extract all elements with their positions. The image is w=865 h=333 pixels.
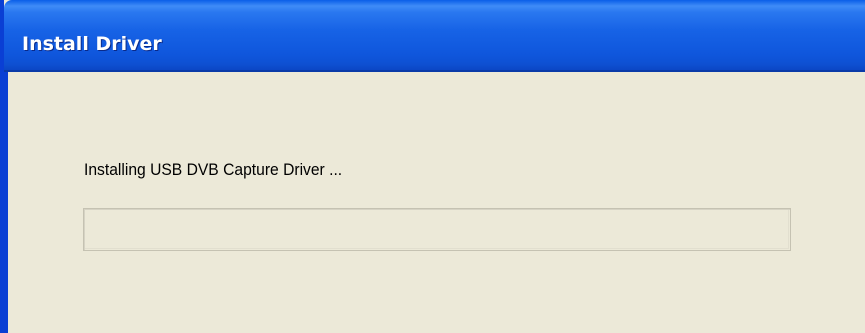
install-driver-window: Install Driver Installing USB DVB Captur…: [0, 0, 865, 333]
title-bar[interactable]: Install Driver: [4, 0, 865, 72]
window-title: Install Driver: [22, 33, 162, 55]
progress-track: [85, 210, 789, 249]
dialog-body: [4, 72, 865, 333]
install-status-label: Installing USB DVB Capture Driver ...: [84, 160, 343, 179]
install-progress-bar: [83, 208, 791, 251]
